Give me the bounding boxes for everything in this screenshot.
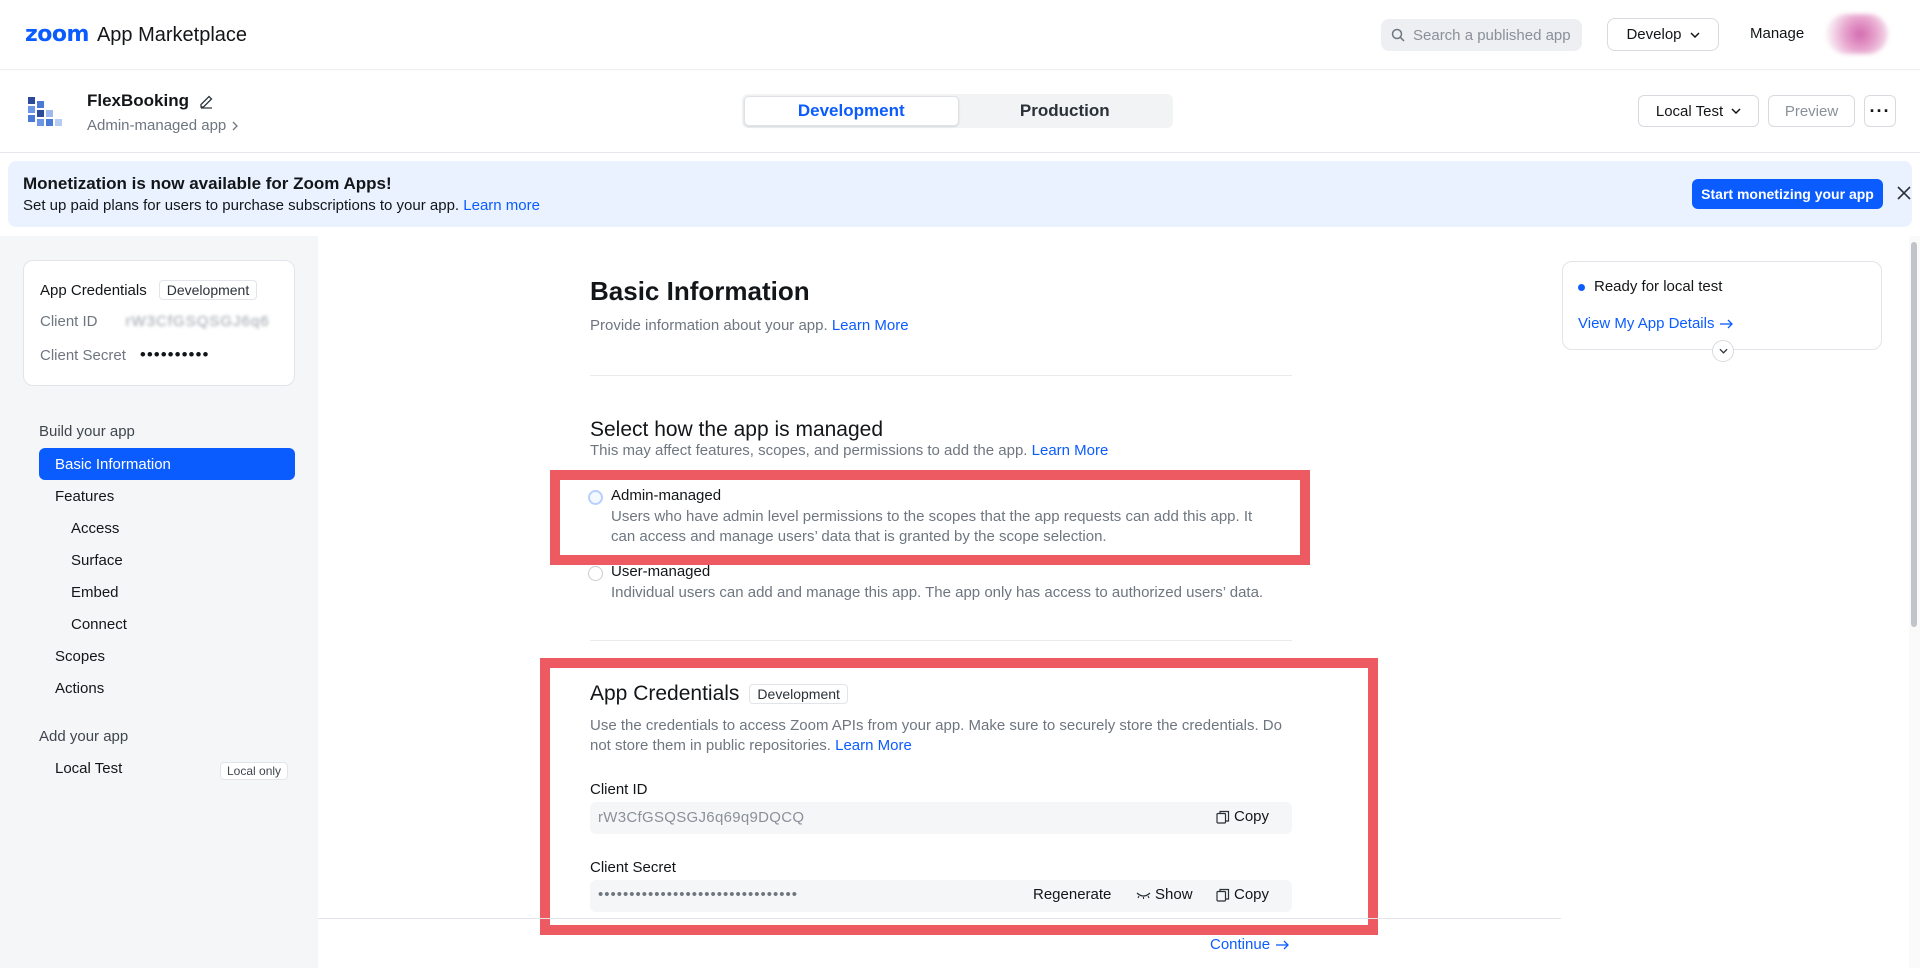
sidebar-item-connect[interactable]: Connect: [71, 608, 127, 640]
chevron-down-icon: [1689, 31, 1700, 38]
sidebar-item-surface[interactable]: Surface: [71, 544, 123, 576]
view-app-details-link[interactable]: View My App Details: [1578, 315, 1734, 332]
page-title: Basic Information: [590, 276, 810, 306]
search-box[interactable]: [1381, 19, 1582, 51]
sidebar-item-access[interactable]: Access: [71, 512, 119, 544]
banner-desc-text: Set up paid plans for users to purchase …: [23, 197, 460, 214]
page-subtitle: Provide information about your app. Lear…: [590, 317, 909, 334]
edit-icon[interactable]: [199, 94, 214, 109]
banner-close-button[interactable]: [1892, 181, 1916, 205]
page-subtitle-text: Provide information about your app.: [590, 317, 828, 334]
sidebar-item-features[interactable]: Features: [55, 480, 114, 512]
manage-learn-more-link[interactable]: Learn More: [1032, 442, 1109, 459]
banner-description: Set up paid plans for users to purchase …: [23, 197, 540, 214]
top-bar: zoom App Marketplace Develop Manage: [0, 0, 1920, 70]
manage-desc-text: This may affect features, scopes, and pe…: [590, 442, 1028, 459]
monetization-banner: Monetization is now available for Zoom A…: [8, 161, 1912, 227]
status-text: Ready for local test: [1594, 278, 1723, 295]
local-test-label: Local Test: [1655, 102, 1724, 120]
app-logo-icon: [28, 97, 62, 126]
sidebar: App Credentials Development Client ID rW…: [0, 236, 318, 968]
preview-button[interactable]: Preview: [1768, 95, 1855, 127]
arrow-right-icon: [1720, 319, 1734, 328]
app-type-link[interactable]: Admin-managed app: [87, 117, 239, 134]
continue-label: Continue: [1210, 936, 1271, 953]
sidebar-client-id-value: rW3CfGSQSGJ6q6: [125, 313, 270, 330]
manage-link[interactable]: Manage: [1750, 25, 1804, 42]
sidebar-cred-title: App Credentials: [40, 281, 147, 299]
marketplace-logo[interactable]: zoom App Marketplace: [25, 22, 247, 47]
environment-toggle: Development Production: [742, 94, 1173, 128]
expand-status-button[interactable]: [1712, 340, 1734, 362]
sidebar-item-local-test[interactable]: Local Test: [55, 752, 122, 784]
search-input[interactable]: [1413, 26, 1578, 44]
local-only-badge: Local only: [220, 762, 289, 780]
footer-divider: [318, 918, 1561, 919]
app-header: FlexBooking Admin-managed app Developmen…: [0, 71, 1920, 153]
app-type-text: Admin-managed app: [87, 117, 227, 134]
manage-section-desc: This may affect features, scopes, and pe…: [590, 442, 1108, 459]
sidebar-credentials-card: App Credentials Development Client ID rW…: [23, 260, 295, 386]
app-name: FlexBooking: [87, 91, 214, 111]
sidebar-cred-header: App Credentials Development: [40, 280, 258, 300]
chevron-right-icon: [232, 121, 239, 130]
nav-section-build: Build your app: [39, 423, 135, 440]
user-managed-desc: Individual users can add and manage this…: [611, 584, 1264, 601]
sidebar-item-basic-information[interactable]: Basic Information: [39, 448, 295, 480]
arrow-right-icon: [1276, 940, 1289, 949]
sidebar-client-secret-row: Client Secret ••••••••••: [40, 345, 209, 365]
sidebar-item-scopes[interactable]: Scopes: [55, 640, 105, 672]
divider: [590, 640, 1292, 641]
divider: [590, 375, 1292, 376]
manage-section-title: Select how the app is managed: [590, 418, 884, 441]
sidebar-client-id-row: Client ID rW3CfGSQSGJ6q6: [40, 313, 270, 330]
marketplace-title: App Marketplace: [96, 24, 248, 46]
zoom-logo-text: zoom: [25, 22, 89, 47]
chevron-down-icon: [1718, 348, 1728, 354]
banner-learn-more-link[interactable]: Learn more: [463, 197, 540, 214]
avatar[interactable]: [1826, 14, 1888, 54]
sidebar-item-embed[interactable]: Embed: [71, 576, 119, 608]
chevron-down-icon: [1731, 108, 1741, 114]
highlight-app-credentials: [540, 658, 1378, 935]
tab-production[interactable]: Production: [959, 96, 1172, 126]
tab-development[interactable]: Development: [744, 96, 959, 126]
highlight-admin-managed: [550, 470, 1310, 565]
scrollbar[interactable]: [1909, 236, 1920, 968]
continue-button[interactable]: Continue: [1210, 936, 1290, 953]
sidebar-client-id-label: Client ID: [40, 313, 98, 330]
develop-dropdown[interactable]: Develop: [1607, 18, 1719, 51]
status-card: Ready for local test View My App Details: [1562, 261, 1882, 362]
user-managed-radio[interactable]: [588, 566, 603, 581]
sidebar-client-secret-label: Client Secret: [40, 346, 126, 364]
status-dot: [1578, 284, 1585, 291]
sidebar-cred-badge: Development: [158, 280, 258, 300]
user-managed-label: User-managed: [611, 563, 711, 580]
close-icon: [1897, 186, 1911, 200]
banner-title: Monetization is now available for Zoom A…: [23, 174, 392, 193]
more-options-button[interactable]: ···: [1864, 95, 1896, 127]
sidebar-client-secret-value: ••••••••••: [139, 345, 210, 364]
local-test-dropdown[interactable]: Local Test: [1638, 95, 1759, 127]
search-icon: [1391, 28, 1405, 42]
view-app-details-text: View My App Details: [1578, 315, 1715, 332]
scroll-thumb[interactable]: [1911, 242, 1917, 627]
sidebar-item-actions[interactable]: Actions: [55, 672, 104, 704]
app-name-text: FlexBooking: [87, 91, 190, 110]
start-monetizing-button[interactable]: Start monetizing your app: [1692, 179, 1883, 209]
page-learn-more-link[interactable]: Learn More: [832, 317, 909, 334]
nav-section-add: Add your app: [39, 728, 129, 745]
develop-label: Develop: [1626, 26, 1682, 43]
